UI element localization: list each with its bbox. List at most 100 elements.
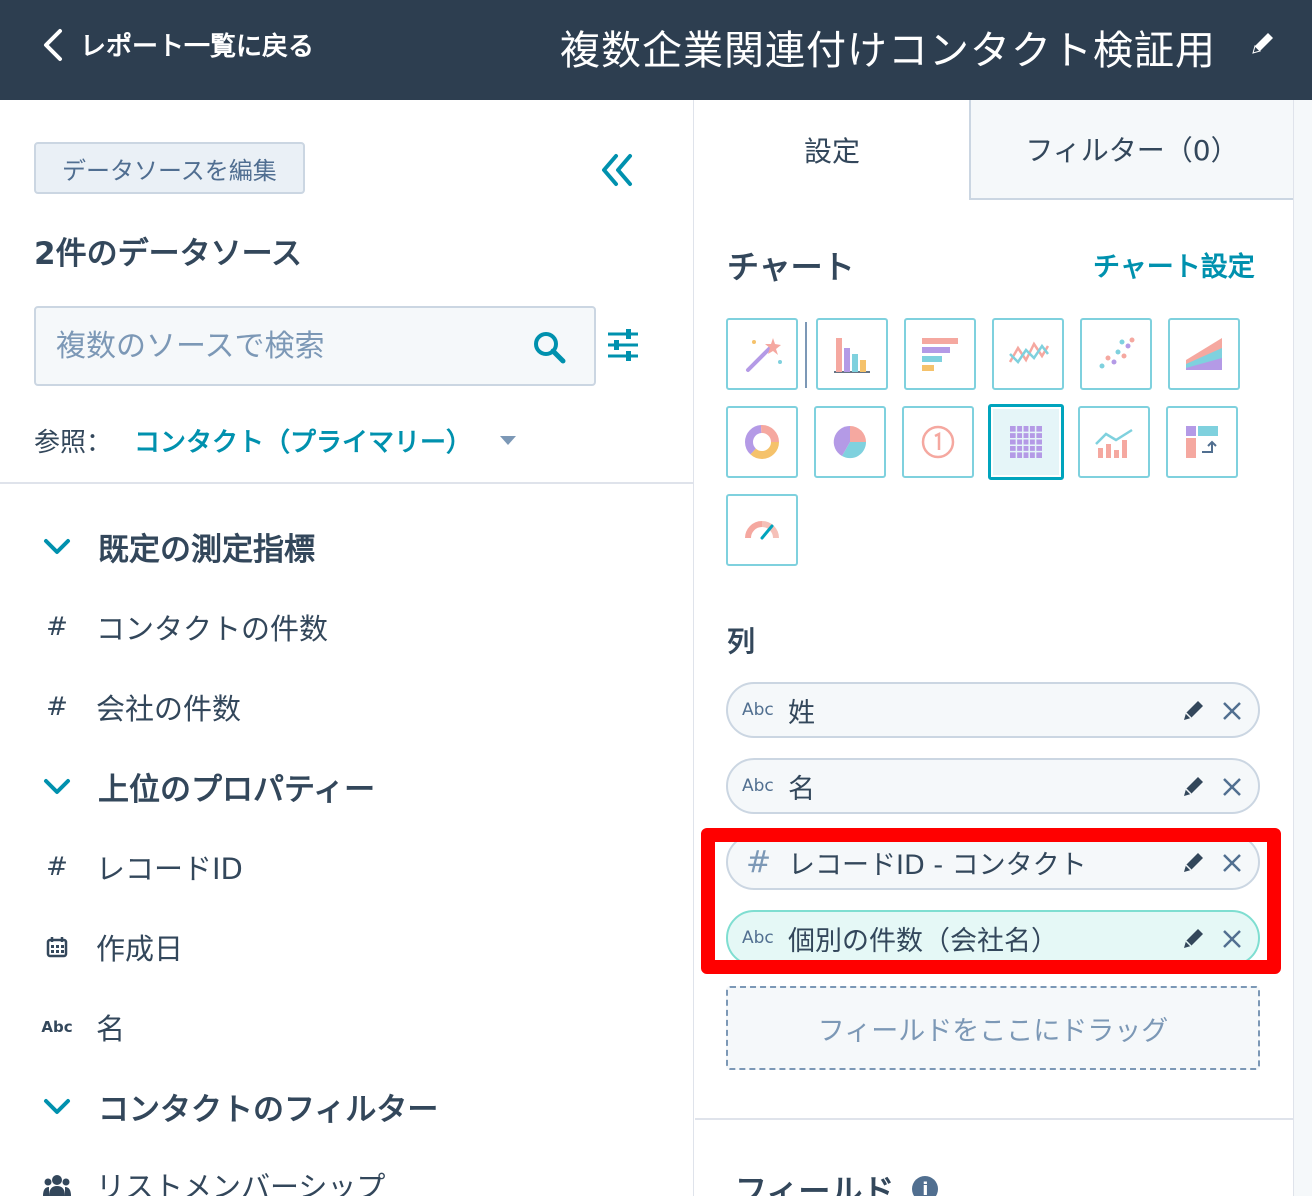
field-label: 会社の件数 — [96, 692, 242, 726]
chevron-left-icon — [44, 28, 62, 61]
field-dropzone[interactable]: フィールドをここにドラッグ — [726, 986, 1260, 1070]
magic-wand-icon — [746, 338, 782, 372]
section-default-metrics[interactable]: 既定の測定指標 — [42, 524, 315, 569]
field-label: コンタクトの件数 — [96, 612, 329, 646]
chevron-down-icon — [44, 1098, 70, 1114]
calendar-icon — [42, 936, 72, 958]
kpi-number-icon — [921, 425, 955, 459]
top-bar: レポート一覧に戻る 複数企業関連付けコンタクト検証用 — [0, 0, 1312, 100]
horizontal-bar-chart-icon — [922, 338, 958, 371]
reference-selector: 参照： コンタクト（プライマリー） — [34, 422, 517, 459]
search-box — [34, 306, 596, 386]
data-sources-heading: 2件のデータソース — [34, 236, 303, 272]
pie-chart-icon — [833, 425, 867, 459]
pencil-icon[interactable] — [1180, 848, 1208, 876]
report-title[interactable]: 複数企業関連付けコンタクト検証用 — [560, 18, 1216, 76]
scatter-chart-icon — [1099, 337, 1135, 369]
number-type-icon: # — [46, 852, 68, 882]
back-label: レポート一覧に戻る — [80, 32, 315, 62]
text-type-icon: Abc — [742, 700, 774, 720]
chart-type-combination[interactable] — [1078, 406, 1150, 478]
text-type-icon: Abc — [742, 776, 774, 796]
field-label: リストメンバーシップ — [96, 1170, 386, 1196]
field-label: 作成日 — [96, 932, 184, 966]
chart-settings-link[interactable]: チャート設定 — [1093, 245, 1255, 284]
divider — [805, 322, 807, 388]
text-type-icon: Abc — [742, 928, 774, 948]
section-contact-filters[interactable]: コンタクトのフィルター — [42, 1084, 438, 1129]
chart-type-pivot[interactable] — [1166, 406, 1238, 478]
chart-type-kpi[interactable] — [902, 406, 974, 478]
close-icon[interactable] — [1220, 699, 1244, 723]
vertical-bar-chart-icon — [834, 338, 870, 373]
reference-dropdown[interactable]: コンタクト（プライマリー） — [134, 422, 472, 459]
fields-heading: フィールド i — [735, 1166, 939, 1196]
field-label: レコードID — [96, 852, 243, 886]
pencil-icon[interactable] — [1180, 924, 1208, 952]
pencil-icon[interactable] — [1248, 28, 1278, 58]
column-pill[interactable]: Abc 個別の件数（会社名） — [726, 910, 1260, 966]
number-type-icon: # — [746, 844, 772, 880]
chart-type-gauge[interactable] — [726, 494, 798, 566]
chart-type-line[interactable] — [992, 318, 1064, 390]
pencil-icon[interactable] — [1180, 772, 1208, 800]
combination-chart-icon — [1095, 428, 1133, 458]
field-item[interactable]: Abc 名 — [41, 1006, 125, 1048]
column-pill[interactable]: Abc 名 — [726, 758, 1260, 814]
pencil-icon[interactable] — [1180, 696, 1208, 724]
donut-chart-icon — [745, 425, 779, 459]
chart-type-donut[interactable] — [726, 406, 798, 478]
close-icon[interactable] — [1220, 851, 1244, 875]
divider — [0, 482, 694, 484]
field-item[interactable]: 作成日 — [42, 926, 183, 968]
tab-filters[interactable]: フィルター（0） — [969, 100, 1293, 200]
number-type-icon: # — [46, 612, 68, 642]
column-pill[interactable]: Abc 姓 — [726, 682, 1260, 738]
columns-heading: 列 — [727, 625, 756, 658]
divider — [695, 1118, 1293, 1120]
chart-type-pie[interactable] — [814, 406, 886, 478]
section-top-properties[interactable]: 上位のプロパティー — [42, 764, 375, 809]
chart-type-magic-wand[interactable] — [726, 318, 798, 390]
fields-heading-label: フィールド — [735, 1172, 895, 1196]
chart-type-vertical-bar[interactable] — [816, 318, 888, 390]
table-chart-icon — [1010, 426, 1042, 458]
gauge-chart-icon — [745, 521, 779, 540]
text-type-icon: Abc — [41, 1018, 73, 1036]
info-icon[interactable]: i — [912, 1176, 939, 1196]
people-icon — [42, 1174, 72, 1196]
scrollbar[interactable] — [1293, 100, 1312, 1196]
search-input[interactable] — [56, 324, 516, 368]
search-icon[interactable] — [532, 330, 566, 364]
section-title: 既定の測定指標 — [98, 532, 315, 568]
field-item[interactable]: リストメンバーシップ — [42, 1164, 385, 1196]
collapse-double-chevron-icon[interactable] — [598, 150, 638, 190]
column-pill[interactable]: # レコードID - コンタクト — [726, 834, 1260, 890]
chart-type-horizontal-bar[interactable] — [904, 318, 976, 390]
reference-label: 参照： — [34, 428, 113, 458]
settings-tabs: 設定 フィルター（0） — [695, 100, 1293, 200]
close-icon[interactable] — [1220, 927, 1244, 951]
filter-settings-icon[interactable] — [606, 326, 640, 364]
chart-type-area[interactable] — [1168, 318, 1240, 390]
chevron-down-icon — [44, 778, 70, 794]
tab-settings[interactable]: 設定 — [695, 100, 969, 200]
field-item[interactable]: # 会社の件数 — [42, 686, 241, 728]
section-title: コンタクトのフィルター — [98, 1092, 439, 1128]
field-item[interactable]: # レコードID — [42, 846, 243, 888]
line-chart-icon — [1008, 341, 1050, 364]
chart-heading: チャート — [727, 248, 855, 286]
chart-type-table[interactable] — [988, 404, 1064, 480]
chevron-down-icon — [44, 538, 70, 554]
chart-type-scatter[interactable] — [1080, 318, 1152, 390]
edit-data-source-button[interactable]: データソースを編集 — [34, 142, 305, 194]
caret-down-icon[interactable] — [500, 436, 517, 445]
data-source-panel: データソースを編集 2件のデータソース 参照： コンタクト（プライマリー） 既定… — [0, 100, 694, 1196]
field-item[interactable]: # コンタクトの件数 — [42, 606, 328, 648]
pivot-table-icon — [1186, 426, 1218, 458]
report-settings-panel: 設定 フィルター（0） チャート チャート設定 列 Abc 姓 Abc 名 # … — [695, 100, 1312, 1196]
close-icon[interactable] — [1220, 775, 1244, 799]
section-title: 上位のプロパティー — [98, 772, 376, 808]
area-chart-icon — [1186, 338, 1222, 370]
back-to-reports-link[interactable]: レポート一覧に戻る — [40, 26, 314, 63]
